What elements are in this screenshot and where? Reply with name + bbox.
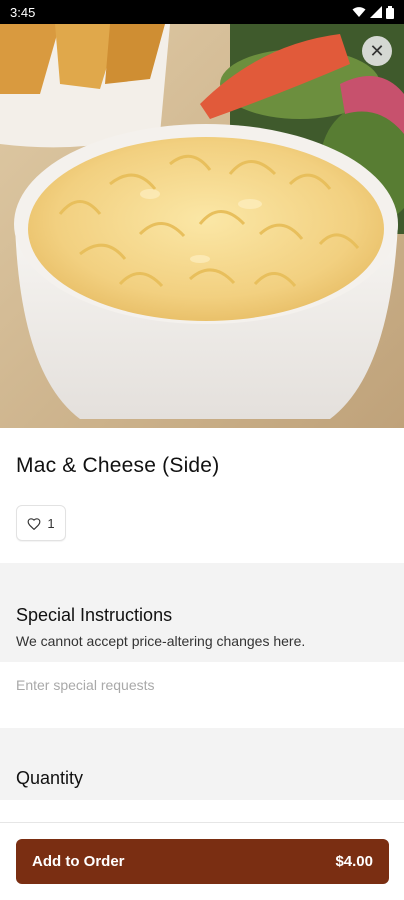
status-bar: 3:45 xyxy=(0,0,404,24)
status-time: 3:45 xyxy=(10,4,36,20)
order-price: $4.00 xyxy=(335,853,373,870)
quantity-section xyxy=(0,728,404,800)
item-photo: ✕ xyxy=(0,24,404,428)
item-title: Mac & Cheese (Side) xyxy=(16,454,220,477)
signal-icon xyxy=(370,6,382,18)
special-instructions-title: Special Instructions xyxy=(16,605,173,625)
quantity-title: Quantity xyxy=(16,768,84,788)
close-button[interactable]: ✕ xyxy=(362,36,392,66)
add-to-order-label: Add to Order xyxy=(32,853,125,870)
close-icon: ✕ xyxy=(369,41,385,61)
footer-divider xyxy=(0,822,404,823)
like-count: 1 xyxy=(47,515,55,531)
mac-and-cheese-photo xyxy=(0,24,404,428)
wifi-icon xyxy=(352,7,366,17)
status-icons xyxy=(352,5,394,19)
battery-icon xyxy=(386,5,394,19)
special-instructions-note: We cannot accept price-altering changes … xyxy=(16,633,306,649)
heart-icon xyxy=(27,517,41,530)
like-button[interactable]: 1 xyxy=(16,505,66,541)
special-requests-input[interactable] xyxy=(16,674,386,696)
add-to-order-button[interactable]: Add to Order $4.00 xyxy=(16,839,389,884)
section-separator xyxy=(0,563,404,583)
